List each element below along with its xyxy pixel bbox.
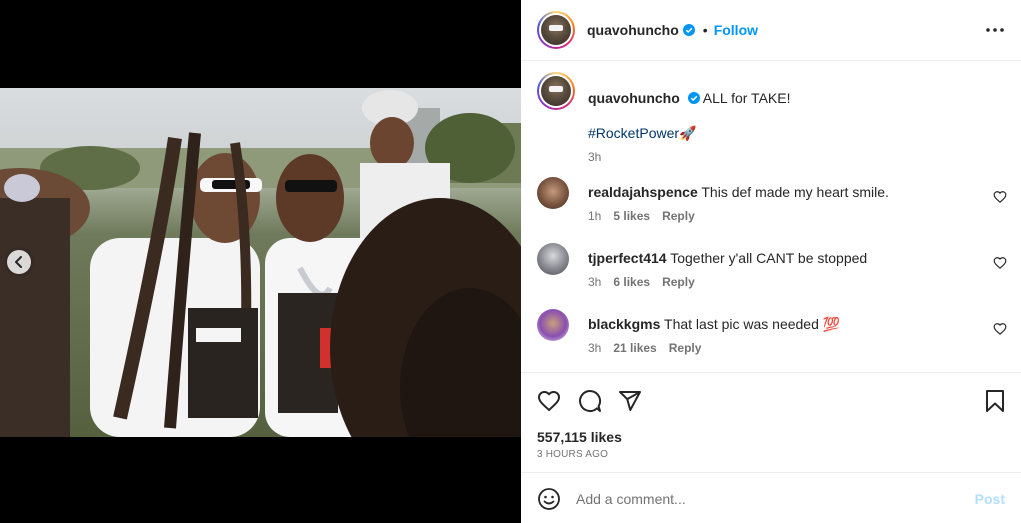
post-timestamp: 3 HOURS AGO	[537, 449, 609, 460]
reply-button[interactable]: Reply	[662, 209, 695, 223]
more-options-button[interactable]	[983, 18, 1007, 42]
verified-icon	[682, 24, 695, 36]
comment-likes[interactable]: 5 likes	[613, 209, 650, 223]
comment-item: realdajahspence This def made my heart s…	[537, 177, 1007, 225]
heart-icon[interactable]	[993, 322, 1007, 336]
author-avatar[interactable]	[537, 11, 575, 49]
reply-button[interactable]: Reply	[669, 341, 702, 355]
caption-avatar[interactable]	[537, 72, 575, 110]
caption-time: 3h	[588, 150, 602, 164]
chevron-left-icon	[15, 256, 22, 268]
commenter-avatar[interactable]	[537, 309, 569, 341]
heart-icon[interactable]	[993, 256, 1007, 270]
like-button[interactable]	[535, 387, 563, 415]
post-media	[0, 0, 521, 523]
post-panel: quavohuncho • Follow quavohuncho ALL for…	[521, 0, 1021, 523]
commenter-avatar[interactable]	[537, 243, 569, 275]
comment-input[interactable]	[576, 487, 956, 511]
commenter-username[interactable]: blackkgms	[588, 316, 660, 332]
commenter-avatar[interactable]	[537, 177, 569, 209]
share-button[interactable]	[616, 387, 644, 415]
post-photo[interactable]	[0, 88, 521, 437]
heart-icon[interactable]	[993, 190, 1007, 204]
commenter-username[interactable]: tjperfect414	[588, 250, 667, 266]
comment-time: 3h	[588, 275, 602, 289]
heart-icon	[538, 391, 560, 411]
commenter-username[interactable]: realdajahspence	[588, 184, 698, 200]
post-comment-button[interactable]: Post	[975, 491, 1005, 507]
caption-username[interactable]: quavohuncho	[588, 90, 680, 106]
previous-slide-button[interactable]	[7, 250, 31, 274]
reply-button[interactable]: Reply	[662, 275, 695, 289]
emoji-icon[interactable]	[537, 487, 561, 511]
comment-item: tjperfect414 Together y'all CANT be stop…	[537, 243, 1007, 291]
caption-text: ALL for TAKE!	[702, 90, 791, 106]
verified-icon	[687, 92, 700, 104]
save-button[interactable]	[981, 387, 1009, 415]
comment-button[interactable]	[576, 387, 604, 415]
comment-text: This def made my heart smile.	[701, 184, 889, 200]
post-actions: 557,115 likes 3 HOURS AGO	[521, 372, 1021, 472]
comment-text: That last pic was needed 💯	[664, 316, 841, 332]
more-icon	[986, 28, 1004, 32]
share-icon	[619, 391, 641, 411]
bookmark-icon	[986, 390, 1004, 412]
add-comment-bar: Post	[521, 472, 1021, 523]
comment-likes[interactable]: 6 likes	[613, 275, 650, 289]
comment-icon	[579, 390, 602, 413]
comment-time: 3h	[588, 341, 602, 355]
caption-hashtag[interactable]: #RocketPower🚀	[588, 124, 998, 142]
likes-count[interactable]: 557,115 likes	[537, 429, 622, 445]
comment-time: 1h	[588, 209, 602, 223]
post-header: quavohuncho • Follow	[521, 0, 1021, 61]
comment-likes[interactable]: 21 likes	[613, 341, 656, 355]
comment-item: blackkgms That last pic was needed 💯 3h …	[537, 309, 1007, 357]
comments-section: quavohuncho ALL for TAKE! #RocketPower🚀 …	[521, 61, 1021, 372]
author-username[interactable]: quavohuncho	[587, 22, 679, 38]
comment-text: Together y'all CANT be stopped	[670, 250, 868, 266]
header-separator: •	[702, 22, 708, 38]
follow-button[interactable]: Follow	[714, 22, 758, 38]
